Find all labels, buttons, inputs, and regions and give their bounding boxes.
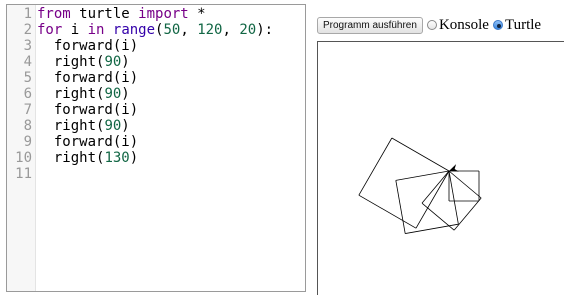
code-text: for i in range(50, 120, 20): xyxy=(35,22,273,38)
console-radio[interactable] xyxy=(426,20,437,30)
line-number: 9 xyxy=(23,134,32,150)
code-token: forward(i) xyxy=(37,70,139,86)
code-line[interactable]: 3 forward(i) xyxy=(7,38,305,54)
code-lines: 1 from turtle import * 2 for i in range(50,… xyxy=(7,6,305,182)
code-text: from turtle import * xyxy=(35,6,206,22)
code-token: 90 xyxy=(104,54,122,70)
turtle-line-segment xyxy=(405,223,459,234)
line-number: 5 xyxy=(23,70,32,86)
code-token: in xyxy=(87,22,105,38)
code-line[interactable]: 7 forward(i) xyxy=(7,102,305,118)
code-token: ) xyxy=(121,54,130,70)
code-line[interactable]: 11 xyxy=(7,166,305,182)
line-number: 8 xyxy=(23,118,32,134)
code-editor[interactable]: 1 from turtle import * 2 for i in range(50,… xyxy=(6,4,306,292)
line-number: 2 xyxy=(23,22,32,38)
mode-turtle-option[interactable]: Turtle xyxy=(492,16,542,34)
code-line[interactable]: 4 right(90) xyxy=(7,54,305,70)
code-line[interactable]: 5 forward(i) xyxy=(7,70,305,86)
code-token: 20 xyxy=(239,22,257,38)
turtle-drawing xyxy=(358,137,482,234)
code-line[interactable]: 9 forward(i) xyxy=(7,134,305,150)
turtle-line-segment xyxy=(448,170,459,225)
turtle-radio-label: Turtle xyxy=(504,16,542,33)
code-token: , xyxy=(222,22,240,38)
line-number: 10 xyxy=(15,150,32,166)
run-program-button[interactable]: Programm ausführen xyxy=(317,16,423,34)
code-line[interactable]: 8 right(90) xyxy=(7,118,305,134)
mode-console-option[interactable]: Konsole xyxy=(426,16,489,34)
code-token: * xyxy=(188,6,206,22)
turtle-line-segment xyxy=(358,194,417,229)
code-text: forward(i) xyxy=(35,38,138,54)
code-text: right(130) xyxy=(35,150,138,166)
code-token: turtle xyxy=(70,6,139,22)
code-text: forward(i) xyxy=(35,134,138,150)
code-text: right(90) xyxy=(35,86,130,102)
line-number: 11 xyxy=(15,166,32,182)
code-token: right( xyxy=(37,118,105,134)
code-token: 50 xyxy=(163,22,181,38)
code-token: i xyxy=(62,22,88,38)
toolbar: Programm ausführen Konsole Turtle xyxy=(317,15,541,35)
code-token: forward(i) xyxy=(37,134,139,150)
code-text: right(90) xyxy=(35,54,130,70)
code-token: for xyxy=(37,22,63,38)
turtle-line-segment xyxy=(421,170,450,204)
code-token: import xyxy=(138,6,189,22)
code-text: forward(i) xyxy=(35,70,138,86)
line-number: 4 xyxy=(23,54,32,70)
code-text: right(90) xyxy=(35,118,130,134)
code-text: forward(i) xyxy=(35,102,138,118)
line-number: 7 xyxy=(23,102,32,118)
code-token: from xyxy=(37,6,71,22)
code-token: ) xyxy=(121,118,130,134)
turtle-line-segment xyxy=(453,197,482,231)
code-token: 90 xyxy=(104,86,122,102)
line-number: 3 xyxy=(23,38,32,54)
turtle-canvas xyxy=(317,41,564,295)
turtle-line-segment xyxy=(391,137,450,172)
console-radio-label: Konsole xyxy=(438,16,489,33)
turtle-line-segment xyxy=(395,170,450,181)
code-token: range xyxy=(112,22,156,38)
code-token: right( xyxy=(37,150,105,166)
code-token: forward(i) xyxy=(37,102,139,118)
code-line[interactable]: 2 for i in range(50, 120, 20): xyxy=(7,22,305,38)
code-line[interactable]: 10 right(130) xyxy=(7,150,305,166)
turtle-line-segment xyxy=(415,170,450,229)
line-number: 1 xyxy=(23,6,32,22)
turtle-line-segment xyxy=(358,137,393,196)
turtle-line-segment xyxy=(395,180,406,234)
code-token: right( xyxy=(37,54,105,70)
code-token: ) xyxy=(129,150,139,166)
code-token: 90 xyxy=(104,118,122,134)
turtle-path-group xyxy=(358,137,482,234)
turtle-radio[interactable] xyxy=(492,20,503,30)
code-line[interactable]: 1 from turtle import * xyxy=(7,6,305,22)
code-token: ) xyxy=(121,86,130,102)
code-token: 130 xyxy=(104,150,130,166)
line-number: 6 xyxy=(23,86,32,102)
code-token: right( xyxy=(37,86,105,102)
code-token: ): xyxy=(256,22,274,38)
code-line[interactable]: 6 right(90) xyxy=(7,86,305,102)
turtle-line-segment xyxy=(448,170,482,199)
code-token: forward(i) xyxy=(37,38,139,54)
code-token: 120 xyxy=(197,22,223,38)
code-token: , xyxy=(180,22,198,38)
